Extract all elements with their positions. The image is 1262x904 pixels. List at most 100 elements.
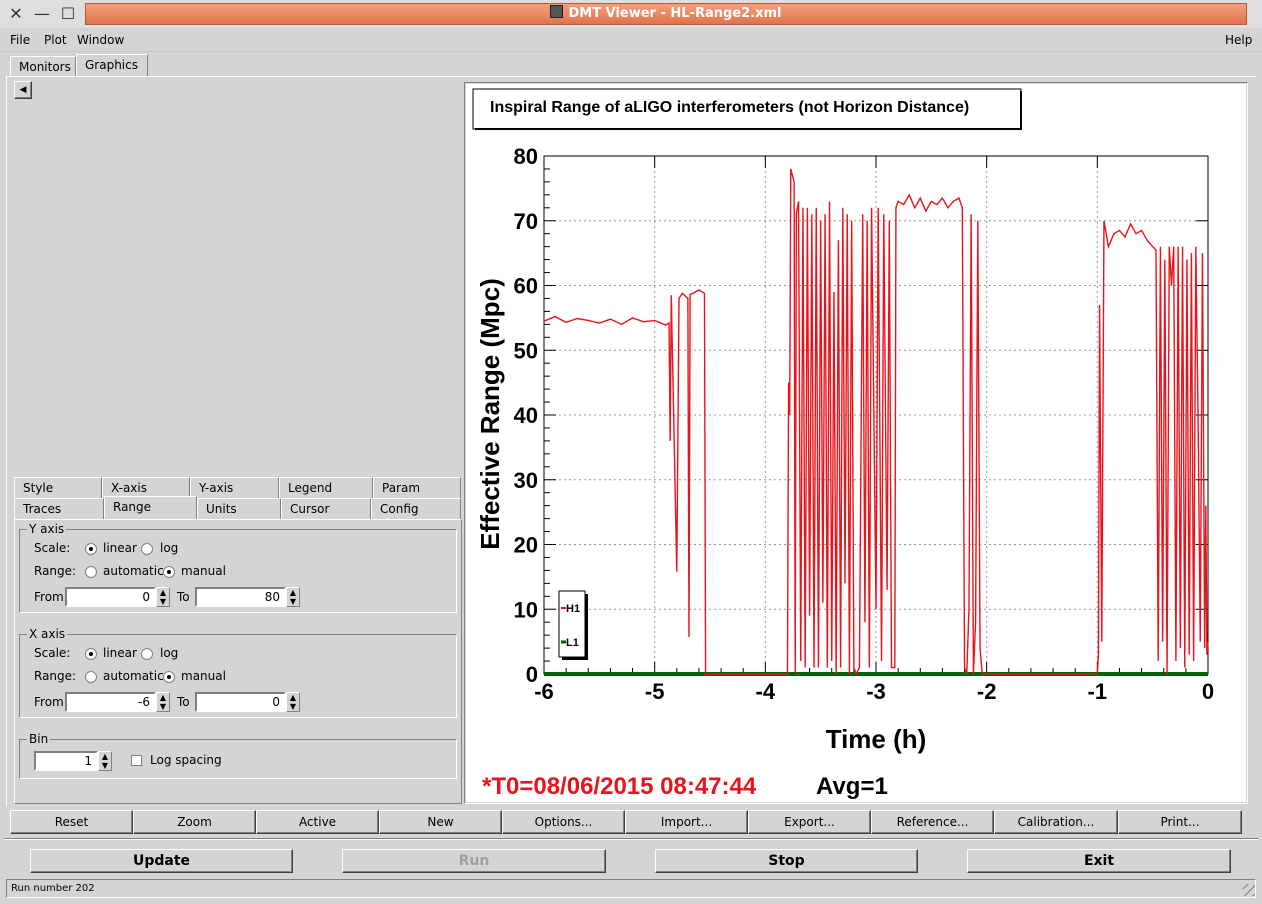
x-scale-log-radio[interactable] bbox=[141, 648, 153, 660]
y-from-label: From bbox=[34, 590, 64, 604]
x-scale-linear-radio[interactable] bbox=[85, 648, 97, 660]
tab-style[interactable]: Style bbox=[14, 477, 102, 498]
y-tick-label: 50 bbox=[514, 338, 538, 363]
menu-plot[interactable]: Plot bbox=[44, 33, 67, 47]
zoom-button[interactable]: Zoom bbox=[133, 810, 256, 834]
y-to-input[interactable]: 80 bbox=[195, 587, 286, 607]
y-tick-label: 30 bbox=[514, 468, 538, 493]
x-to-spinner[interactable]: ▲ ▼ bbox=[286, 692, 300, 712]
maximize-icon[interactable]: ☐ bbox=[58, 4, 78, 24]
tab-x-axis[interactable]: X-axis bbox=[102, 477, 190, 498]
x-range-automatic-radio[interactable] bbox=[85, 671, 97, 683]
reset-button[interactable]: Reset bbox=[10, 810, 133, 834]
y-tick-label: 70 bbox=[514, 209, 538, 234]
tab-style-label: Style bbox=[23, 481, 54, 495]
minimize-icon[interactable]: — bbox=[32, 4, 52, 24]
tab-units-label: Units bbox=[206, 502, 237, 516]
tab-cursor-label: Cursor bbox=[290, 502, 330, 516]
export-button[interactable]: Export... bbox=[748, 810, 871, 834]
close-icon[interactable]: ✕ bbox=[6, 4, 26, 24]
exit-button[interactable]: Exit bbox=[967, 849, 1231, 873]
x-tick-label: 0 bbox=[1202, 679, 1214, 704]
spin-up-icon[interactable]: ▲ bbox=[99, 752, 111, 761]
y-range-automatic-radio[interactable] bbox=[85, 566, 97, 578]
y-to-label: To bbox=[177, 590, 190, 604]
y-tick-label: 20 bbox=[514, 533, 538, 558]
tab-config[interactable]: Config bbox=[371, 498, 461, 519]
bin-spinner[interactable]: ▲ ▼ bbox=[98, 751, 112, 771]
x-from-spinner[interactable]: ▲ ▼ bbox=[156, 692, 170, 712]
tab-param[interactable]: Param bbox=[373, 477, 461, 498]
menu-bar: File Plot Window Help bbox=[0, 28, 1262, 52]
spin-up-icon[interactable]: ▲ bbox=[287, 693, 299, 702]
menu-help[interactable]: Help bbox=[1225, 33, 1252, 47]
y-scale-log-radio[interactable] bbox=[141, 543, 153, 555]
x-range-manual-radio[interactable] bbox=[163, 671, 175, 683]
t0-label: *T0=08/06/2015 08:47:44 bbox=[482, 773, 757, 800]
tab-config-label: Config bbox=[380, 502, 419, 516]
options-button[interactable]: Options... bbox=[502, 810, 625, 834]
tab-legend[interactable]: Legend bbox=[279, 477, 373, 498]
x-tick-label: -1 bbox=[1088, 679, 1108, 704]
tab-cursor[interactable]: Cursor bbox=[281, 498, 371, 519]
window-title-text: DMT Viewer - HL-Range2.xml bbox=[568, 6, 782, 21]
tab-graphics[interactable]: Graphics bbox=[76, 54, 148, 77]
calibration-button[interactable]: Calibration... bbox=[994, 810, 1118, 834]
tab-units[interactable]: Units bbox=[197, 498, 281, 519]
y-scale-log-label: log bbox=[160, 541, 179, 555]
spin-down-icon[interactable]: ▼ bbox=[287, 702, 299, 711]
bin-input[interactable]: 1 bbox=[34, 751, 98, 771]
update-button[interactable]: Update bbox=[30, 849, 293, 873]
resize-grip-icon[interactable] bbox=[1243, 884, 1255, 896]
spin-up-icon[interactable]: ▲ bbox=[157, 588, 169, 597]
tab-traces[interactable]: Traces bbox=[14, 498, 104, 519]
spin-down-icon[interactable]: ▼ bbox=[157, 702, 169, 711]
spin-down-icon[interactable]: ▼ bbox=[157, 597, 169, 606]
x-range-automatic-label: automatic bbox=[103, 669, 164, 683]
menu-window[interactable]: Window bbox=[77, 33, 124, 47]
log-spacing-checkbox[interactable] bbox=[131, 755, 142, 766]
new-button[interactable]: New bbox=[379, 810, 502, 834]
tab-y-axis[interactable]: Y-axis bbox=[190, 477, 279, 498]
tab-monitors[interactable]: Monitors bbox=[10, 56, 76, 77]
x-from-input[interactable]: -6 bbox=[65, 692, 156, 712]
status-text: Run number 202 bbox=[11, 883, 95, 894]
tab-range[interactable]: Range bbox=[104, 496, 197, 519]
x-to-label: To bbox=[177, 695, 190, 709]
x-range-label: Range: bbox=[34, 669, 77, 683]
collapse-panel-button[interactable]: ◀ bbox=[14, 81, 32, 99]
y-to-spinner[interactable]: ▲ ▼ bbox=[286, 587, 300, 607]
window-title-bar[interactable]: ✕ — ☐ DMT Viewer - HL-Range2.xml bbox=[0, 0, 1262, 28]
option-tabs-row2: Traces Range Units Cursor Config bbox=[14, 496, 462, 520]
spin-up-icon[interactable]: ▲ bbox=[157, 693, 169, 702]
tab-range-label: Range bbox=[113, 500, 152, 514]
reference-button[interactable]: Reference... bbox=[871, 810, 994, 834]
menu-file[interactable]: File bbox=[10, 33, 30, 47]
tab-traces-label: Traces bbox=[23, 502, 62, 516]
arrow-left-icon: ◀ bbox=[19, 85, 27, 95]
spin-up-icon[interactable]: ▲ bbox=[287, 588, 299, 597]
x-to-input[interactable]: 0 bbox=[195, 692, 286, 712]
tab-graphics-label: Graphics bbox=[85, 58, 138, 72]
import-button[interactable]: Import... bbox=[625, 810, 748, 834]
y-from-spinner[interactable]: ▲ ▼ bbox=[156, 587, 170, 607]
x-axis-label: Time (h) bbox=[826, 724, 927, 754]
print-button[interactable]: Print... bbox=[1118, 810, 1242, 834]
bin-group-title: Bin bbox=[27, 732, 51, 746]
plot-canvas[interactable]: Inspiral Range of aLIGO interferometers … bbox=[466, 84, 1246, 802]
run-button[interactable]: Run bbox=[342, 849, 606, 873]
log-spacing-label: Log spacing bbox=[150, 753, 222, 767]
stop-button[interactable]: Stop bbox=[655, 849, 918, 873]
option-tabs-row1: Style X-axis Y-axis Legend Param bbox=[14, 477, 462, 499]
y-from-input[interactable]: 0 bbox=[65, 587, 156, 607]
x-tick-label: -3 bbox=[866, 679, 886, 704]
spin-down-icon[interactable]: ▼ bbox=[99, 761, 111, 770]
y-scale-linear-radio[interactable] bbox=[85, 543, 97, 555]
active-button[interactable]: Active bbox=[256, 810, 379, 834]
y-tick-label: 80 bbox=[514, 144, 538, 169]
x-tick-label: -5 bbox=[645, 679, 665, 704]
spin-down-icon[interactable]: ▼ bbox=[287, 597, 299, 606]
status-bar: Run number 202 bbox=[6, 879, 1256, 898]
y-range-manual-radio[interactable] bbox=[163, 566, 175, 578]
y-range-label: Range: bbox=[34, 564, 77, 578]
